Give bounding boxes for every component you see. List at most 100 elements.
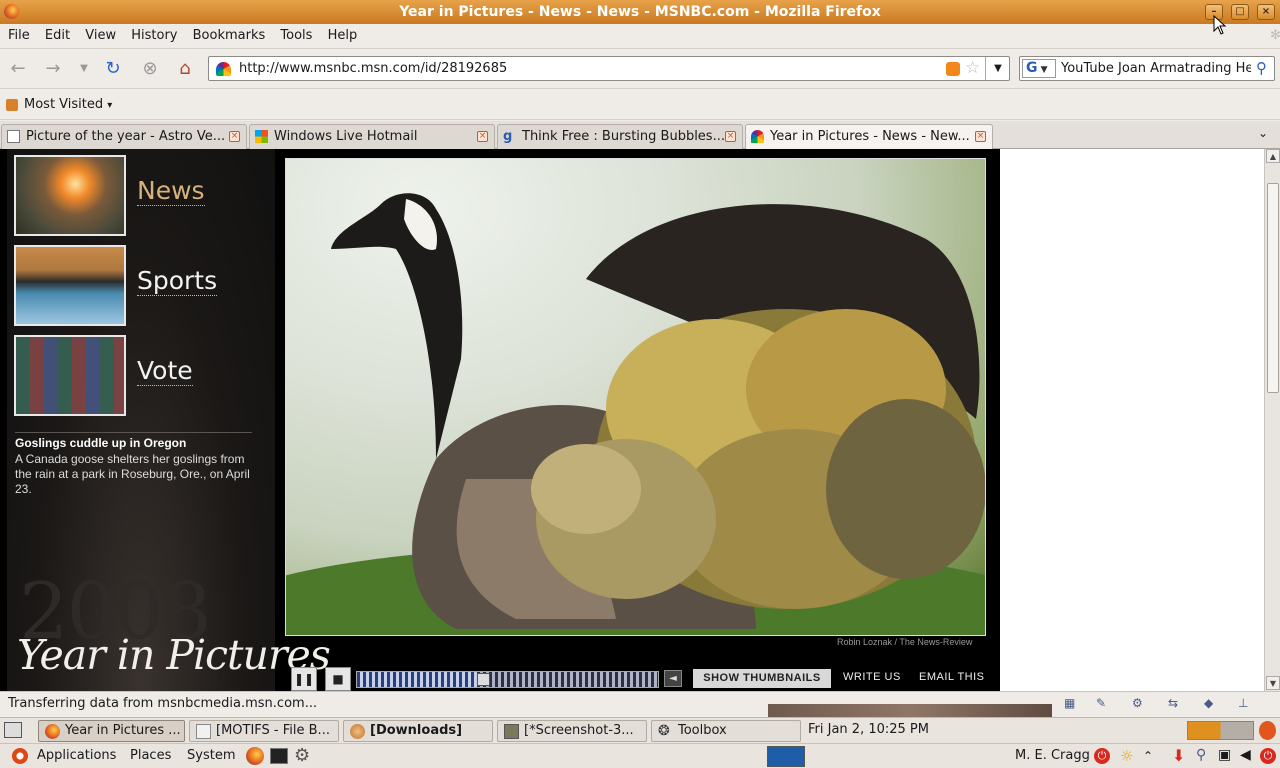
write-us-link[interactable]: WRITE US [843, 671, 901, 683]
vote-thumbnail[interactable] [14, 335, 126, 416]
url-value[interactable]: http://www.msnbc.msn.com/id/28192685 [239, 61, 507, 76]
status-text: Transferring data from msnbcmedia.msn.co… [8, 696, 318, 711]
throbber-icon: ✻ [1270, 28, 1280, 43]
network-icon[interactable]: ▣ [1218, 747, 1231, 763]
news-thumbnail[interactable] [14, 155, 126, 236]
search-icon[interactable]: ⚲ [1256, 59, 1267, 77]
tab-close-icon[interactable]: × [229, 131, 240, 142]
taskbar-item-file-browser[interactable]: [MOTIFS - File B... [189, 720, 339, 742]
taskbar-item-toolbox[interactable]: ❂ Toolbox [651, 720, 801, 742]
chevron-up-icon[interactable]: ⌃ [1143, 749, 1153, 763]
tab-bar: Picture of the year - Astro Ve... × Wind… [0, 121, 1280, 150]
menu-file[interactable]: File [0, 24, 30, 43]
google-icon: g [503, 129, 513, 144]
category-news[interactable]: News [137, 176, 205, 206]
menu-bookmarks[interactable]: Bookmarks [185, 24, 266, 43]
scroll-up-icon[interactable]: ▲ [1266, 149, 1280, 163]
firefox-icon [4, 4, 19, 19]
reload-icon[interactable]: ↻ [100, 57, 126, 81]
slideshow-progress-fill [357, 672, 477, 687]
show-desktop-icon[interactable] [4, 722, 22, 738]
system-menu[interactable]: System [187, 748, 235, 763]
tab-think-free[interactable]: g Think Free : Bursting Bubbles... × [497, 124, 743, 149]
email-this-link[interactable]: EMAIL THIS [919, 671, 985, 683]
places-menu[interactable]: Places [130, 748, 171, 763]
power-icon[interactable]: ⏻ [1260, 748, 1276, 764]
home-icon[interactable]: ⌂ [172, 57, 198, 81]
status-bar: Transferring data from msnbcmedia.msn.co… [0, 691, 1280, 717]
stop-button[interactable]: ■ [325, 667, 351, 691]
category-vote[interactable]: Vote [137, 356, 193, 386]
menu-tools[interactable]: Tools [272, 24, 312, 43]
url-bar[interactable]: http://www.msnbc.msn.com/id/28192685 ☆ ▼ [208, 56, 1010, 81]
navigation-toolbar: ← → ▼ ↻ ⊗ ⌂ http://www.msnbc.msn.com/id/… [0, 49, 1280, 89]
menu-view[interactable]: View [77, 24, 116, 43]
msnbc-favicon [216, 62, 231, 76]
window-title: Year in Pictures - News - News - MSNBC.c… [399, 4, 881, 20]
firefox-launcher-icon[interactable] [246, 747, 264, 765]
tab-astro[interactable]: Picture of the year - Astro Ve... × [1, 124, 247, 149]
addon-icon[interactable]: ◆ [1204, 696, 1213, 710]
taskbar-item-screenshot[interactable]: [*Screenshot-3... [497, 720, 647, 742]
category-panel: News Sports Vote Goslings cuddle up in O… [7, 149, 331, 691]
slideshow-progress-track[interactable] [356, 671, 659, 688]
category-sports[interactable]: Sports [137, 266, 218, 296]
gimp-icon: ❂ [658, 723, 670, 739]
addon-icon[interactable]: ✎ [1096, 696, 1106, 710]
menu-history[interactable]: History [123, 24, 177, 43]
tab-close-icon[interactable]: × [725, 131, 736, 142]
user-name[interactable]: M. E. Cragg [1015, 748, 1090, 763]
weather-icon[interactable]: ☼ [1120, 747, 1133, 765]
addon-icon[interactable]: ⚙ [1132, 696, 1143, 710]
search-input[interactable]: YouTube Joan Armatrading Hey [1061, 61, 1251, 76]
terminal-launcher-icon[interactable] [270, 748, 288, 764]
taskbar-item-downloads[interactable]: [Downloads] [343, 720, 493, 742]
addon-icon[interactable]: ▦ [1064, 696, 1075, 710]
trash-icon[interactable] [1259, 721, 1276, 740]
speaker-icon[interactable]: ◄ [664, 670, 682, 687]
firefox-icon [45, 724, 60, 739]
slideshow-progress-knob[interactable] [477, 673, 490, 686]
window-titlebar: Year in Pictures - News - News - MSNBC.c… [0, 0, 1280, 24]
page-scrollbar[interactable]: ▲ ▼ [1264, 149, 1280, 691]
scroll-down-icon[interactable]: ▼ [1266, 676, 1280, 690]
tab-close-icon[interactable]: × [477, 131, 488, 142]
tab-hotmail[interactable]: Windows Live Hotmail × [249, 124, 495, 149]
page-icon [7, 130, 20, 143]
volume-icon[interactable]: ◀ [1240, 747, 1251, 763]
slideshow-photo[interactable] [285, 158, 986, 636]
logout-icon[interactable]: ⏻ [1094, 748, 1110, 764]
workspace-switcher[interactable] [1187, 721, 1254, 740]
history-dropdown-icon[interactable]: ▼ [71, 57, 97, 81]
url-dropdown-icon[interactable]: ▼ [985, 57, 1010, 80]
tab-year-in-pictures[interactable]: Year in Pictures - News - New... × [745, 124, 993, 150]
search-engine-selector[interactable]: G ▼ [1022, 59, 1056, 78]
settings-launcher-icon[interactable]: ⚙ [294, 745, 310, 766]
sports-thumbnail[interactable] [14, 245, 126, 326]
clock[interactable]: Fri Jan 2, 10:25 PM [808, 722, 929, 737]
magnifier-icon[interactable]: ⚲ [1196, 747, 1206, 763]
update-icon[interactable]: ⬇ [1172, 746, 1185, 765]
menu-help[interactable]: Help [320, 24, 358, 43]
back-icon[interactable]: ← [5, 57, 31, 81]
forward-icon[interactable]: → [40, 57, 66, 81]
stop-icon[interactable]: ⊗ [137, 57, 163, 81]
addon-icon[interactable]: ⊥ [1238, 696, 1248, 710]
addon-icon[interactable]: ⇆ [1168, 696, 1178, 710]
most-visited-button[interactable]: Most Visited ▾ [24, 97, 112, 112]
search-bar[interactable]: G ▼ YouTube Joan Armatrading Hey ⚲ [1019, 56, 1275, 81]
tab-close-icon[interactable]: × [975, 131, 986, 142]
show-thumbnails-button[interactable]: SHOW THUMBNAILS [693, 669, 831, 688]
menu-edit[interactable]: Edit [37, 24, 70, 43]
bookmark-star-icon[interactable]: ☆ [965, 58, 980, 78]
scrollbar-thumb[interactable] [1267, 183, 1279, 393]
tab-list-chevron-icon[interactable]: ⌄ [1258, 126, 1268, 140]
rss-icon[interactable] [946, 62, 960, 76]
msnbc-favicon [751, 130, 764, 143]
bookmarks-toolbar: Most Visited ▾ [0, 90, 1280, 120]
pause-button[interactable]: ❚❚ [291, 667, 317, 691]
taskbar-item-firefox[interactable]: Year in Pictures ... [38, 720, 185, 742]
maximize-button[interactable]: □ [1231, 4, 1249, 20]
applications-menu[interactable]: Applications [37, 748, 116, 763]
close-button[interactable]: × [1257, 4, 1275, 20]
